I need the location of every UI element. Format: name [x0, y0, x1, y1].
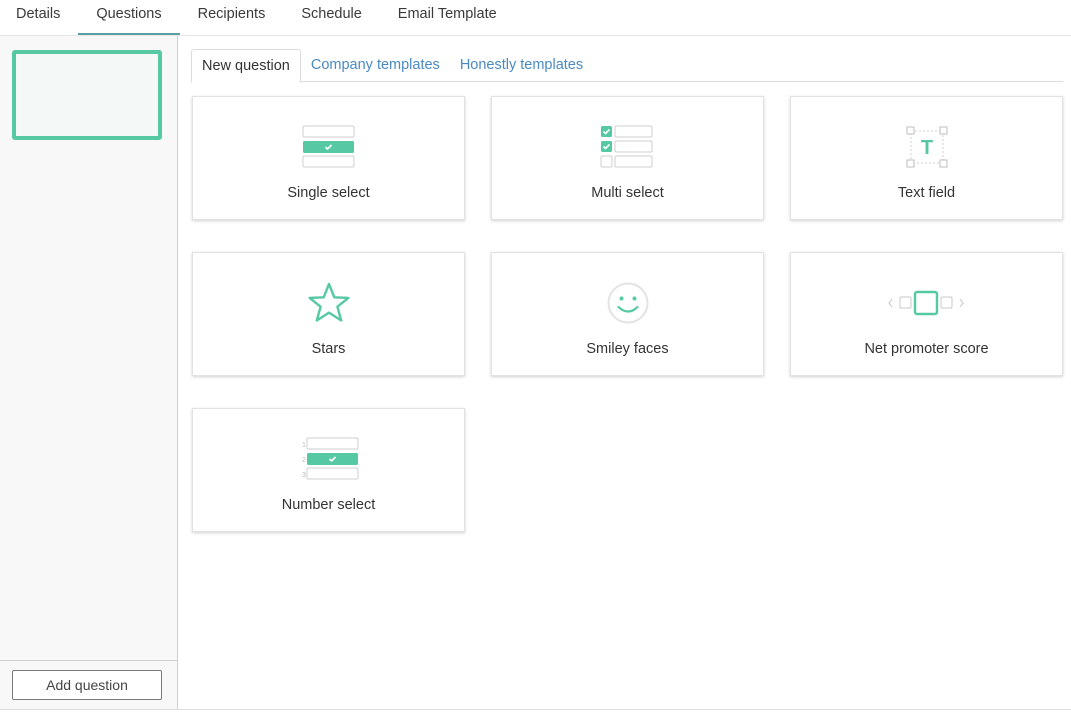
text-field-card[interactable]: T Text field [790, 96, 1063, 220]
tab-honestly-templates[interactable]: Honestly templates [450, 49, 593, 82]
sidebar-footer: Add question [0, 660, 177, 710]
star-icon [307, 282, 350, 322]
card-label: Stars [311, 341, 346, 357]
card-label: Smiley faces [586, 341, 669, 357]
tab-details[interactable]: Details [0, 0, 78, 35]
number-label: 3 [302, 472, 306, 479]
single-select-icon [302, 125, 354, 168]
net-promoter-score-icon [887, 290, 964, 316]
number-select-card[interactable]: 1 2 3 Number select [192, 408, 465, 532]
card-label: Single select [287, 185, 370, 201]
smiley-face-icon [607, 282, 648, 324]
card-label: Text field [897, 185, 956, 201]
question-sidebar: Add question [0, 36, 178, 710]
bottom-divider [0, 709, 1071, 710]
multi-select-icon [600, 125, 652, 168]
tab-recipients[interactable]: Recipients [180, 0, 284, 35]
top-tab-bar: Details Questions Recipients Schedule Em… [0, 0, 1071, 36]
single-select-card[interactable]: Single select [192, 96, 465, 220]
card-label: Number select [281, 497, 376, 513]
net-promoter-score-card[interactable]: Net promoter score [790, 252, 1063, 376]
question-thumbnail[interactable] [12, 50, 162, 140]
main-panel: New question Company templates Honestly … [179, 36, 1071, 710]
multi-select-card[interactable]: Multi select [491, 96, 764, 220]
smiley-faces-card[interactable]: Smiley faces [491, 252, 764, 376]
number-label: 2 [302, 457, 306, 464]
card-label: Multi select [591, 185, 664, 201]
tab-email-template[interactable]: Email Template [380, 0, 515, 35]
stars-card[interactable]: Stars [192, 252, 465, 376]
card-label: Net promoter score [864, 341, 989, 357]
number-select-icon: 1 2 3 [302, 437, 358, 480]
number-label: 1 [302, 442, 306, 449]
tab-new-question[interactable]: New question [191, 49, 301, 83]
text-field-icon: T [906, 126, 947, 168]
text-field-letter: T [920, 137, 932, 159]
add-question-button[interactable]: Add question [12, 670, 162, 700]
tab-company-templates[interactable]: Company templates [301, 49, 450, 82]
tab-questions[interactable]: Questions [78, 0, 180, 35]
tab-schedule[interactable]: Schedule [283, 0, 379, 35]
question-source-tabs: New question Company templates Honestly … [191, 49, 1063, 83]
